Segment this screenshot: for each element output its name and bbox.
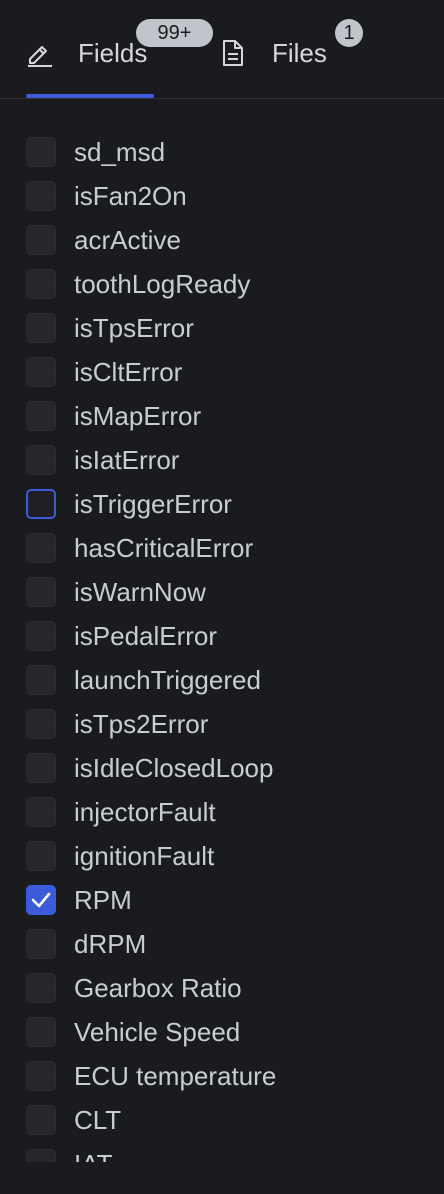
- field-list[interactable]: sd_msd isFan2On acrActive toothLogReady isTp…: [0, 130, 444, 1162]
- field-label: isIdleClosedLoop: [74, 752, 274, 783]
- field-row[interactable]: isTpsError: [26, 306, 194, 350]
- field-row[interactable]: isMapError: [26, 394, 201, 438]
- field-label: acrActive: [74, 224, 181, 255]
- field-checkbox[interactable]: [26, 753, 56, 783]
- field-label: RPM: [74, 884, 132, 915]
- field-row[interactable]: injectorFault: [26, 790, 216, 834]
- field-row[interactable]: isIatError: [26, 438, 179, 482]
- field-checkbox[interactable]: [26, 797, 56, 827]
- field-checkbox[interactable]: [26, 489, 56, 519]
- field-label: dRPM: [74, 928, 147, 959]
- tab-bar: Fields 99+ Files 1: [0, 0, 444, 99]
- field-label: isMapError: [74, 400, 202, 431]
- field-checkbox[interactable]: [26, 1017, 56, 1047]
- field-row[interactable]: toothLogReady: [26, 262, 250, 306]
- field-checkbox[interactable]: [26, 1149, 56, 1162]
- field-checkbox[interactable]: [26, 621, 56, 651]
- fields-panel: Fields 99+ Files 1 sd_msd isFan2On acrActi…: [0, 0, 444, 1194]
- tab-fields[interactable]: Fields: [26, 28, 147, 78]
- field-label: ignitionFault: [74, 840, 215, 871]
- field-label: isPedalError: [74, 620, 218, 651]
- tab-files-label: Files: [272, 37, 327, 68]
- tab-files[interactable]: Files: [219, 28, 327, 78]
- field-row[interactable]: isWarnNow: [26, 570, 206, 614]
- field-checkbox[interactable]: [26, 885, 56, 915]
- field-row[interactable]: dRPM: [26, 922, 146, 966]
- field-label: isIatError: [74, 444, 180, 475]
- tab-fields-label: Fields: [78, 37, 148, 68]
- field-checkbox[interactable]: [26, 577, 56, 607]
- field-row[interactable]: isIdleClosedLoop: [26, 746, 273, 790]
- field-checkbox[interactable]: [26, 533, 56, 563]
- field-label: isFan2On: [74, 180, 187, 211]
- check-icon: [31, 892, 51, 908]
- document-icon: [219, 39, 247, 67]
- field-checkbox[interactable]: [26, 929, 56, 959]
- field-row[interactable]: hasCriticalError: [26, 526, 253, 570]
- field-checkbox[interactable]: [26, 445, 56, 475]
- field-row[interactable]: isCltError: [26, 350, 182, 394]
- field-row[interactable]: sd_msd: [26, 130, 165, 174]
- field-checkbox[interactable]: [26, 313, 56, 343]
- field-label: isTps2Error: [74, 708, 209, 739]
- field-checkbox[interactable]: [26, 357, 56, 387]
- field-label: launchTriggered: [74, 664, 261, 695]
- field-label: IAT: [74, 1149, 113, 1163]
- field-row[interactable]: IAT: [26, 1142, 113, 1162]
- field-row[interactable]: Vehicle Speed: [26, 1010, 240, 1054]
- field-row[interactable]: RPM: [26, 878, 132, 922]
- field-label: isTpsError: [74, 312, 194, 343]
- field-checkbox[interactable]: [26, 709, 56, 739]
- field-label: Gearbox Ratio: [74, 972, 242, 1003]
- pencil-icon: [26, 39, 54, 67]
- fields-count-badge: 99+: [136, 19, 213, 47]
- field-row[interactable]: CLT: [26, 1098, 121, 1142]
- field-label: sd_msd: [74, 136, 166, 167]
- field-checkbox[interactable]: [26, 137, 56, 167]
- field-label: isCltError: [74, 356, 183, 387]
- field-label: toothLogReady: [74, 268, 251, 299]
- field-label: CLT: [74, 1104, 122, 1135]
- field-row[interactable]: launchTriggered: [26, 658, 261, 702]
- active-tab-indicator: [26, 94, 154, 98]
- field-label: hasCriticalError: [74, 532, 254, 563]
- field-row[interactable]: isTps2Error: [26, 702, 208, 746]
- field-row[interactable]: ECU temperature: [26, 1054, 276, 1098]
- field-checkbox[interactable]: [26, 973, 56, 1003]
- field-row[interactable]: isPedalError: [26, 614, 217, 658]
- field-checkbox[interactable]: [26, 269, 56, 299]
- field-label: ECU temperature: [74, 1060, 277, 1091]
- field-label: Vehicle Speed: [74, 1016, 241, 1047]
- field-checkbox[interactable]: [26, 225, 56, 255]
- field-checkbox[interactable]: [26, 841, 56, 871]
- field-row[interactable]: ignitionFault: [26, 834, 214, 878]
- files-count-badge: 1: [335, 19, 363, 47]
- field-checkbox[interactable]: [26, 1061, 56, 1091]
- field-label: isWarnNow: [74, 576, 206, 607]
- field-row[interactable]: acrActive: [26, 218, 181, 262]
- field-checkbox[interactable]: [26, 401, 56, 431]
- field-row[interactable]: isFan2On: [26, 174, 187, 218]
- field-checkbox[interactable]: [26, 1105, 56, 1135]
- field-label: isTriggerError: [74, 488, 232, 519]
- field-row[interactable]: isTriggerError: [26, 482, 232, 526]
- field-label: injectorFault: [74, 796, 216, 827]
- field-row[interactable]: Gearbox Ratio: [26, 966, 242, 1010]
- field-checkbox[interactable]: [26, 181, 56, 211]
- field-checkbox[interactable]: [26, 665, 56, 695]
